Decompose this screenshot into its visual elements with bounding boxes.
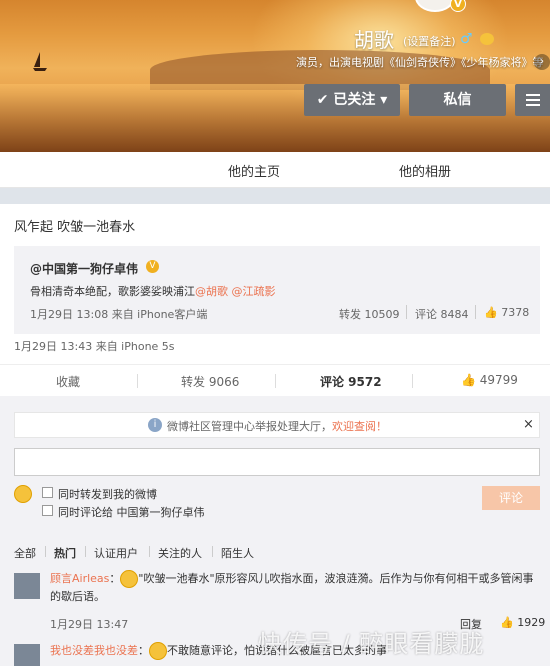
avatar[interactable] (14, 644, 40, 666)
tab-home[interactable]: 他的主页 (228, 161, 280, 180)
divider (85, 546, 86, 557)
filter-verified[interactable]: 认证用户 (94, 545, 138, 561)
emoji-icon[interactable] (14, 485, 32, 503)
repost-body: 骨相清奇本绝配，歌影婆娑映浦江 (30, 285, 195, 298)
divider (212, 546, 213, 557)
comment-to-option-label: 同时评论给 中国第一狗仔卓伟 (58, 506, 205, 519)
sailboat-icon (33, 52, 47, 71)
filter-hot[interactable]: 热门 (54, 545, 76, 561)
reposted-content[interactable]: @中国第一狗仔卓伟 V 骨相清奇本绝配，歌影婆娑映浦江@胡歌 @江疏影 1月29… (14, 246, 540, 334)
forward-button[interactable]: 转发 9066 (181, 373, 239, 390)
forward-option-label: 同时转发到我的微博 (58, 488, 157, 501)
mention-hu-ge[interactable]: @胡歌 (195, 285, 228, 298)
set-remark-link[interactable]: (设置备注) (403, 33, 456, 49)
post-action-bar: 收藏 转发 9066 评论 9572 👍 49799 (0, 364, 550, 396)
divider (45, 546, 46, 557)
comment-time: 1月29日 13:47 (50, 618, 129, 631)
repost-like-value: 7378 (501, 306, 530, 319)
smile-emoji-icon (120, 570, 139, 588)
repost-like-count[interactable]: 👍 7378 (484, 306, 529, 319)
filter-strangers[interactable]: 陌生人 (221, 545, 254, 561)
mention-jiang-shuying[interactable]: @江疏影 (232, 285, 276, 298)
profile-banner: V 胡歌 (设置备注) ♂ 演员，出演电视剧《仙剑奇侠传》《少年杨家将》等 › … (0, 0, 550, 152)
repost-author[interactable]: @中国第一狗仔卓伟 (30, 260, 138, 277)
followed-label: 已关注 (333, 92, 376, 108)
comment-input[interactable] (14, 448, 540, 476)
verified-icon: V (146, 260, 159, 273)
comment-item: 顾言Airleas： "吹皱一池春水"原形容风儿吹指水面，波浪涟漪。后作为与你有何… (50, 570, 534, 603)
forward-checkbox[interactable] (42, 487, 53, 498)
info-icon: i (148, 418, 162, 432)
post-text: 风乍起 吹皱一池春水 (14, 220, 136, 235)
gender-male-icon: ♂ (460, 31, 473, 47)
report-notice: i 微博社区管理中心举报处理大厅，欢迎查阅！ × (14, 412, 540, 438)
like-button[interactable]: 👍 49799 (461, 373, 518, 387)
favorite-button[interactable]: 收藏 (56, 373, 80, 390)
followed-button[interactable]: ✔ 已关注 ▾ (304, 84, 400, 116)
notice-link[interactable]: 欢迎查阅！ (332, 420, 387, 433)
divider (149, 546, 150, 557)
smile-emoji-icon (149, 642, 167, 660)
message-button[interactable]: 私信 (409, 84, 506, 116)
notice-text: 微博社区管理中心举报处理大厅，欢迎查阅！ (167, 418, 387, 434)
watermark: 快传号 / 醉眼看朦胧 (258, 630, 485, 658)
divider (475, 305, 476, 319)
divider (137, 374, 138, 388)
repost-time: 1月29日 13:08 来自 iPhone客户端 (30, 308, 208, 321)
comment-to-checkbox[interactable] (42, 505, 53, 516)
more-arrow-icon[interactable]: › (534, 54, 550, 70)
repost-forward-count[interactable]: 转发 10509 (339, 306, 400, 322)
filter-following[interactable]: 关注的人 (158, 545, 202, 561)
submit-comment-button[interactable]: 评论 (482, 486, 540, 510)
comment-like-button[interactable]: 👍 1929 (500, 616, 545, 629)
divider (275, 374, 276, 388)
weibo-post: 风乍起 吹皱一池春水 @中国第一狗仔卓伟 V 骨相清奇本绝配，歌影婆娑映浦江@胡… (0, 204, 550, 364)
comment-author[interactable]: 我也没差我也没差 (50, 644, 138, 657)
menu-button[interactable] (515, 84, 550, 116)
profile-description: 演员，出演电视剧《仙剑奇侠传》《少年杨家将》等 (296, 56, 544, 69)
comment-author[interactable]: 顾言Airleas (50, 572, 109, 585)
divider (412, 374, 413, 388)
filter-all[interactable]: 全部 (14, 545, 36, 561)
repost-comment-count[interactable]: 评论 8484 (415, 306, 469, 322)
divider (406, 305, 407, 319)
profile-name: 胡歌 (354, 28, 394, 52)
medal-icon (480, 33, 494, 45)
repost-text: 骨相清奇本绝配，歌影婆娑映浦江@胡歌 @江疏影 (30, 283, 276, 299)
close-icon[interactable]: × (523, 417, 534, 432)
post-time: 1月29日 13:43 来自 iPhone 5s (14, 340, 175, 353)
profile-tabs: 他的主页 他的相册 (0, 152, 550, 188)
comment-like-count: 1929 (517, 616, 546, 629)
avatar[interactable] (14, 573, 40, 599)
section-divider (0, 188, 550, 204)
comment-button[interactable]: 评论 9572 (320, 373, 382, 390)
notice-body: 微博社区管理中心举报处理大厅， (167, 420, 332, 433)
tab-album[interactable]: 他的相册 (399, 161, 451, 180)
like-count: 49799 (479, 373, 518, 387)
